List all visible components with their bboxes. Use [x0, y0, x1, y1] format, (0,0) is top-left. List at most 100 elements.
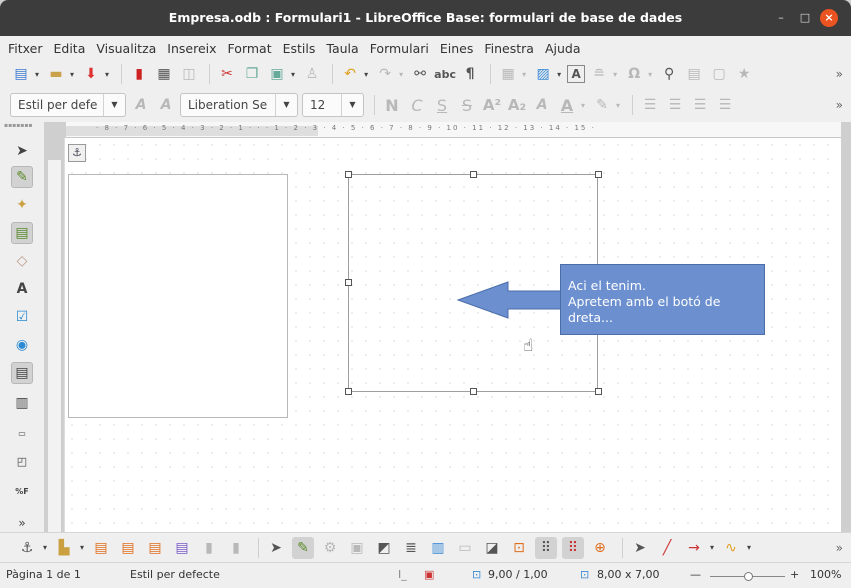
- helplines-icon[interactable]: ⊕: [589, 537, 611, 559]
- justify-icon[interactable]: ☰: [714, 94, 736, 116]
- underline-icon[interactable]: S: [431, 94, 453, 116]
- print-icon[interactable]: ▦: [153, 63, 175, 85]
- option-button-icon[interactable]: ◉: [11, 334, 33, 356]
- page-style-indicator[interactable]: Estil per defecte: [130, 568, 220, 581]
- curve-dropdown-icon[interactable]: ▾: [747, 543, 751, 552]
- table-dropdown-icon[interactable]: ▾: [522, 70, 526, 79]
- insert-table-icon[interactable]: ▦: [497, 63, 519, 85]
- field-dropdown-icon[interactable]: ▾: [613, 70, 617, 79]
- font-color-icon[interactable]: A: [556, 94, 578, 116]
- image-dropdown-icon[interactable]: ▾: [557, 70, 561, 79]
- zoom-in-button[interactable]: +: [790, 568, 799, 581]
- formatting-marks-icon[interactable]: ¶: [459, 63, 481, 85]
- line-icon[interactable]: ╱: [656, 537, 678, 559]
- tab-order-icon[interactable]: ≣: [400, 537, 422, 559]
- menu-edita[interactable]: Edita: [54, 41, 86, 56]
- highlight-icon[interactable]: ✎: [591, 94, 613, 116]
- zoom-slider-knob[interactable]: [744, 572, 753, 581]
- print-preview-icon[interactable]: ◫: [178, 63, 200, 85]
- anchor-icon[interactable]: ⚓: [16, 537, 38, 559]
- maximize-button[interactable]: □: [796, 9, 814, 27]
- zoom-value[interactable]: 100%: [810, 568, 841, 581]
- menu-fitxer[interactable]: Fitxer: [8, 41, 43, 56]
- resize-handle-w[interactable]: [345, 279, 352, 286]
- chevron-down-icon[interactable]: ▼: [275, 94, 297, 116]
- resize-handle-nw[interactable]: [345, 171, 352, 178]
- resize-handle-ne[interactable]: [595, 171, 602, 178]
- auto-control-focus-icon[interactable]: ◪: [481, 537, 503, 559]
- special-character-icon[interactable]: Ω: [623, 63, 645, 85]
- wrap-icon[interactable]: ▙: [53, 537, 75, 559]
- close-button[interactable]: ×: [820, 9, 838, 27]
- italic-icon[interactable]: C: [406, 94, 428, 116]
- bring-to-front-icon[interactable]: ▤: [90, 537, 112, 559]
- open-folder-icon[interactable]: ▬: [45, 63, 67, 85]
- document-modified-icon[interactable]: ▣: [424, 568, 434, 581]
- new-style-icon[interactable]: A: [155, 94, 177, 116]
- resize-handle-n[interactable]: [470, 171, 477, 178]
- new-document-icon[interactable]: ▤: [10, 63, 32, 85]
- new-dropdown-icon[interactable]: ▾: [35, 70, 39, 79]
- resize-handle-sw[interactable]: [345, 388, 352, 395]
- lines-dropdown-icon[interactable]: ▾: [710, 543, 714, 552]
- anchor-dropdown-icon[interactable]: ▾: [43, 543, 47, 552]
- export-pdf-icon[interactable]: ▮: [128, 63, 150, 85]
- paste-icon[interactable]: ▣: [266, 63, 288, 85]
- menu-ajuda[interactable]: Ajuda: [545, 41, 581, 56]
- highlight-dropdown-icon[interactable]: ▾: [616, 101, 620, 110]
- resize-handle-se[interactable]: [595, 388, 602, 395]
- find-replace-icon[interactable]: ⚯: [409, 63, 431, 85]
- chevron-down-icon[interactable]: ▼: [103, 94, 125, 116]
- save-dropdown-icon[interactable]: ▾: [105, 70, 109, 79]
- zoom-out-button[interactable]: —: [690, 568, 701, 581]
- vertical-ruler[interactable]: [48, 160, 62, 532]
- checkbox-icon[interactable]: ☑: [11, 306, 33, 328]
- open-design-mode-icon[interactable]: ▭: [454, 537, 476, 559]
- form-design-icon[interactable]: ▤: [11, 222, 33, 244]
- toolbar-overflow-icon[interactable]: »: [836, 67, 843, 81]
- paste-dropdown-icon[interactable]: ▾: [291, 70, 295, 79]
- display-grid-icon[interactable]: ⠿: [535, 536, 558, 559]
- comment-icon[interactable]: ▢: [708, 63, 730, 85]
- list-box-icon[interactable]: ▤: [11, 362, 33, 384]
- image-button-icon[interactable]: ◰: [11, 450, 33, 472]
- align-center-icon[interactable]: ☰: [664, 94, 686, 116]
- anchor-icon[interactable]: ⚓: [68, 144, 86, 162]
- formatted-field-icon[interactable]: %F: [11, 480, 33, 502]
- subscript-icon[interactable]: A₂: [506, 94, 528, 116]
- insert-field-icon[interactable]: ≘: [588, 63, 610, 85]
- form-control-left[interactable]: [68, 174, 288, 418]
- curve-icon[interactable]: ∿: [720, 537, 742, 559]
- superscript-icon[interactable]: A²: [481, 94, 503, 116]
- page-indicator[interactable]: Pàgina 1 de 1: [6, 568, 81, 581]
- minimize-button[interactable]: –: [772, 9, 790, 27]
- push-button-icon[interactable]: ▭: [11, 422, 33, 444]
- form-properties-icon[interactable]: ▣: [346, 537, 368, 559]
- bold-icon[interactable]: N: [381, 94, 403, 116]
- special-char-dropdown-icon[interactable]: ▾: [648, 70, 652, 79]
- send-to-back-icon[interactable]: ▤: [171, 537, 193, 559]
- combo-box-icon[interactable]: ▥: [11, 392, 33, 414]
- horizontal-ruler[interactable]: · 8 · 7 · 6 · 5 · 4 · 3 · 2 · 1 · · · 1 …: [66, 122, 841, 138]
- align-left-icon[interactable]: ☰: [639, 94, 661, 116]
- more-controls-icon[interactable]: »: [11, 512, 33, 534]
- position-size-icon[interactable]: ⊡: [508, 537, 530, 559]
- copy-icon[interactable]: ❐: [241, 63, 263, 85]
- update-style-icon[interactable]: A: [130, 94, 152, 116]
- menu-format[interactable]: Format: [228, 41, 272, 56]
- to-foreground-icon[interactable]: ▮: [198, 537, 220, 559]
- paragraph-style-combo[interactable]: Estil per defe ▼: [10, 93, 126, 117]
- undo-icon[interactable]: ↶: [339, 63, 361, 85]
- menu-taula[interactable]: Taula: [326, 41, 358, 56]
- redo-icon[interactable]: ↷: [374, 63, 396, 85]
- label-tag-icon[interactable]: ◇: [11, 250, 33, 272]
- arrow-line-icon[interactable]: →: [683, 537, 705, 559]
- align-right-icon[interactable]: ☰: [689, 94, 711, 116]
- control-wizards-icon[interactable]: ✦: [11, 194, 33, 216]
- control-properties-icon[interactable]: ⚙: [319, 537, 341, 559]
- clear-formatting-icon[interactable]: A: [531, 94, 553, 116]
- form-navigator-icon[interactable]: ◩: [373, 537, 395, 559]
- wrap-dropdown-icon[interactable]: ▾: [80, 543, 84, 552]
- hyperlink-icon[interactable]: ⚲: [658, 63, 680, 85]
- font-color-dropdown-icon[interactable]: ▾: [581, 101, 585, 110]
